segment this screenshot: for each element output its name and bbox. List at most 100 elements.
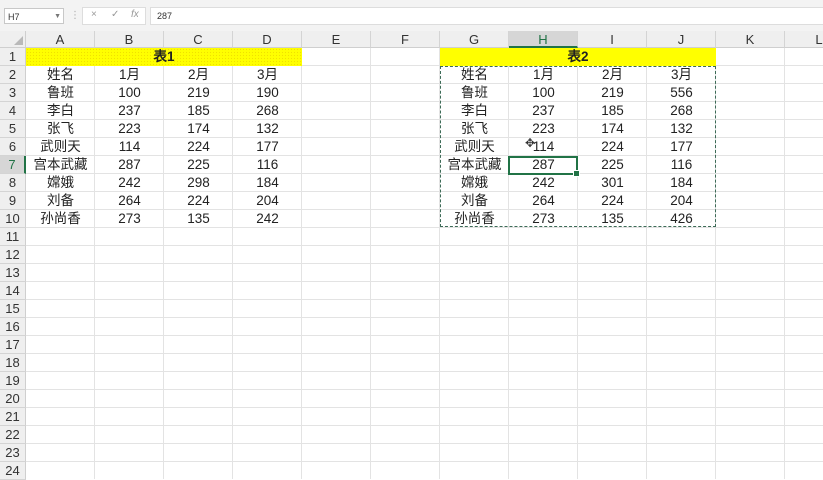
enter-icon[interactable]: ✓ [111,9,119,20]
active-cell-h7[interactable] [508,156,580,177]
row-header-23[interactable]: 23 [0,444,26,462]
column-header-g[interactable]: G [440,31,509,48]
column-header-f[interactable]: F [371,31,440,48]
table1-cell[interactable]: 116 [233,156,302,174]
table1-cell[interactable]: 嫦娥 [26,174,95,192]
table1-title[interactable]: 表1 [26,48,302,66]
column-header-l[interactable]: L [785,31,823,48]
table2-cell[interactable]: 嫦娥 [440,174,509,192]
table2-cell[interactable]: 177 [647,138,716,156]
table1-cell[interactable]: 刘备 [26,192,95,210]
row-header-20[interactable]: 20 [0,390,26,408]
table1-cell[interactable]: 273 [95,210,164,228]
table2-cell[interactable]: 114 [509,138,578,156]
table2-cell[interactable]: 264 [509,192,578,210]
select-all-button[interactable] [0,31,26,48]
column-header-i[interactable]: I [578,31,647,48]
table1-cell[interactable]: 1月 [95,66,164,84]
column-header-e[interactable]: E [302,31,371,48]
row-header-16[interactable]: 16 [0,318,26,336]
row-header-19[interactable]: 19 [0,372,26,390]
table2-cell[interactable]: 刘备 [440,192,509,210]
column-header-h[interactable]: H [509,31,578,48]
row-header-2[interactable]: 2 [0,66,26,84]
row-header-11[interactable]: 11 [0,228,26,246]
table2-cell[interactable]: 223 [509,120,578,138]
row-header-13[interactable]: 13 [0,264,26,282]
row-header-24[interactable]: 24 [0,462,26,480]
cancel-icon[interactable]: × [91,9,97,20]
table1-cell[interactable]: 100 [95,84,164,102]
column-header-a[interactable]: A [26,31,95,48]
row-header-22[interactable]: 22 [0,426,26,444]
table2-cell[interactable]: 100 [509,84,578,102]
row-header-3[interactable]: 3 [0,84,26,102]
table1-cell[interactable]: 184 [233,174,302,192]
table1-cell[interactable]: 132 [233,120,302,138]
table2-cell[interactable]: 224 [578,192,647,210]
table2-cell[interactable]: 孙尚香 [440,210,509,228]
table2-cell[interactable]: 426 [647,210,716,228]
row-header-10[interactable]: 10 [0,210,26,228]
row-header-6[interactable]: 6 [0,138,26,156]
column-header-k[interactable]: K [716,31,785,48]
row-header-4[interactable]: 4 [0,102,26,120]
table2-cell[interactable]: 204 [647,192,716,210]
column-header-j[interactable]: J [647,31,716,48]
table2-cell[interactable]: 116 [647,156,716,174]
table2-cell[interactable]: 556 [647,84,716,102]
row-header-8[interactable]: 8 [0,174,26,192]
table1-cell[interactable]: 鲁班 [26,84,95,102]
table1-cell[interactable]: 135 [164,210,233,228]
table1-cell[interactable]: 237 [95,102,164,120]
table2-cell[interactable]: 242 [509,174,578,192]
chevron-down-icon[interactable]: ▼ [54,9,61,25]
table2-cell[interactable]: 3月 [647,66,716,84]
table1-cell[interactable]: 114 [95,138,164,156]
formula-input[interactable]: 287 [150,7,823,25]
table2-title[interactable]: 表2 [440,48,716,66]
fill-handle[interactable] [573,170,580,177]
table2-cell[interactable]: 219 [578,84,647,102]
row-header-18[interactable]: 18 [0,354,26,372]
table1-cell[interactable]: 武则天 [26,138,95,156]
table1-cell[interactable]: 孙尚香 [26,210,95,228]
table1-cell[interactable]: 3月 [233,66,302,84]
table2-cell[interactable]: 268 [647,102,716,120]
name-box[interactable]: H7 ▼ [4,8,64,24]
table1-cell[interactable]: 185 [164,102,233,120]
row-header-5[interactable]: 5 [0,120,26,138]
table2-cell[interactable]: 李白 [440,102,509,120]
table1-cell[interactable]: 224 [164,192,233,210]
row-header-14[interactable]: 14 [0,282,26,300]
table1-cell[interactable]: 177 [233,138,302,156]
table1-cell[interactable]: 宫本武藏 [26,156,95,174]
table2-cell[interactable]: 鲁班 [440,84,509,102]
table2-cell[interactable]: 301 [578,174,647,192]
table1-cell[interactable]: 190 [233,84,302,102]
table2-cell[interactable]: 174 [578,120,647,138]
table1-cell[interactable]: 204 [233,192,302,210]
table2-cell[interactable]: 张飞 [440,120,509,138]
row-header-7[interactable]: 7 [0,156,26,174]
table1-cell[interactable]: 张飞 [26,120,95,138]
table1-cell[interactable]: 174 [164,120,233,138]
table1-cell[interactable]: 223 [95,120,164,138]
row-header-9[interactable]: 9 [0,192,26,210]
row-header-21[interactable]: 21 [0,408,26,426]
table2-cell[interactable]: 宫本武藏 [440,156,509,174]
row-header-12[interactable]: 12 [0,246,26,264]
row-header-1[interactable]: 1 [0,48,26,66]
table2-cell[interactable]: 185 [578,102,647,120]
column-header-b[interactable]: B [95,31,164,48]
row-header-15[interactable]: 15 [0,300,26,318]
table2-cell[interactable]: 237 [509,102,578,120]
column-header-c[interactable]: C [164,31,233,48]
table2-cell[interactable]: 184 [647,174,716,192]
table1-cell[interactable]: 224 [164,138,233,156]
table1-cell[interactable]: 298 [164,174,233,192]
table1-cell[interactable]: 姓名 [26,66,95,84]
table1-cell[interactable]: 287 [95,156,164,174]
table1-cell[interactable]: 219 [164,84,233,102]
table2-cell[interactable]: 2月 [578,66,647,84]
